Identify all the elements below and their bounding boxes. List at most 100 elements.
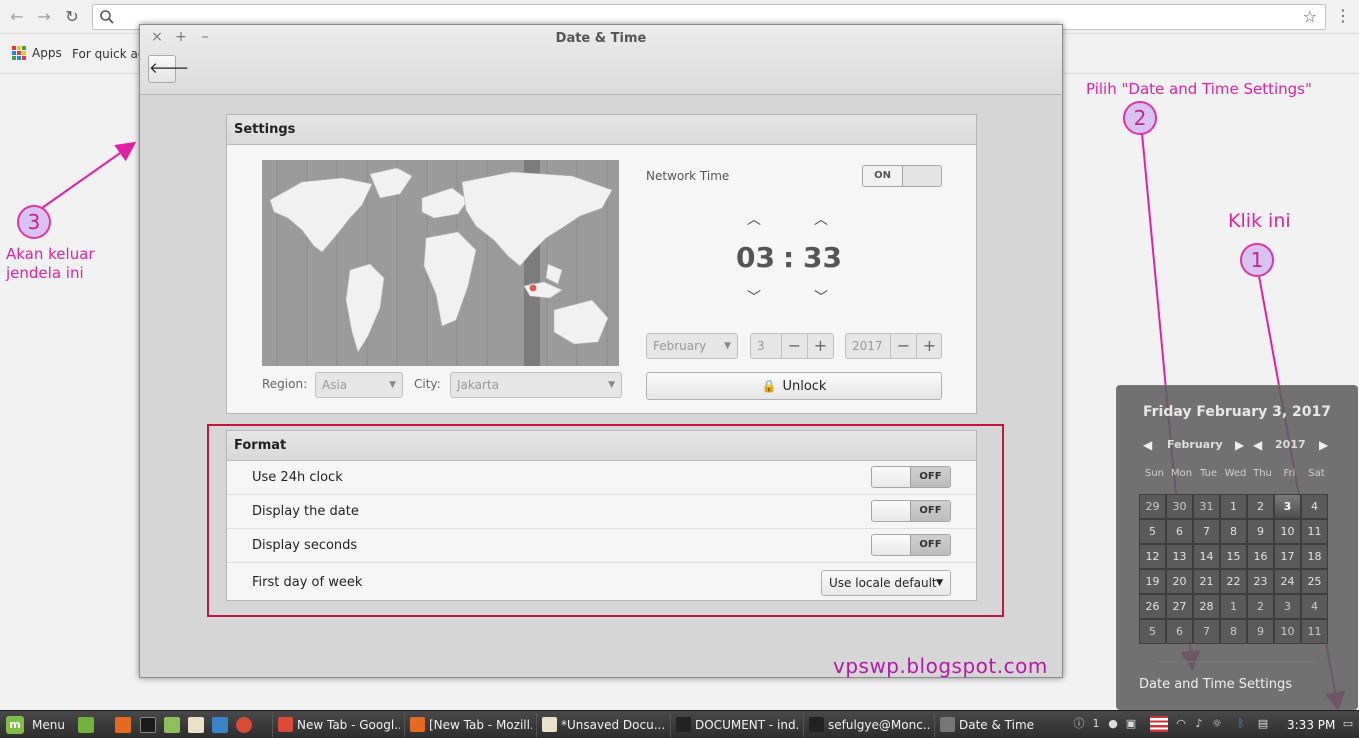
calendar-day[interactable]: 17 bbox=[1274, 544, 1301, 569]
region-select[interactable]: Asia ▼ bbox=[315, 372, 403, 398]
terminal-launcher-icon[interactable] bbox=[140, 717, 156, 733]
taskbar-window-button[interactable]: New Tab - Googl... bbox=[272, 713, 400, 737]
day-decrement-button[interactable]: − bbox=[781, 334, 807, 358]
calendar-day-today[interactable]: 3 bbox=[1274, 494, 1301, 519]
day-spinner[interactable]: 3 − + bbox=[750, 333, 834, 359]
back-arrow-icon[interactable]: ← bbox=[8, 8, 26, 26]
calendar-day[interactable]: 21 bbox=[1193, 569, 1220, 594]
year-decrement-button[interactable]: − bbox=[890, 334, 916, 358]
calendar-day[interactable]: 1 bbox=[1220, 494, 1247, 519]
calendar-day[interactable]: 3 bbox=[1274, 594, 1301, 619]
back-button[interactable]: 🡐 bbox=[148, 55, 189, 83]
sound-icon[interactable]: ♪ bbox=[1192, 716, 1206, 732]
calendar-day[interactable]: 7 bbox=[1193, 619, 1220, 644]
calendar-day[interactable]: 20 bbox=[1166, 569, 1193, 594]
network-time-toggle[interactable]: ON bbox=[862, 165, 942, 187]
bookmark-star-icon[interactable]: ☆ bbox=[1303, 7, 1317, 26]
year-value: 2017 bbox=[852, 339, 883, 353]
taskbar-window-button[interactable]: [New Tab - Mozill... bbox=[404, 713, 532, 737]
calendar-day[interactable]: 25 bbox=[1301, 569, 1328, 594]
taskbar-window-button[interactable]: *Unsaved Docu... bbox=[536, 713, 666, 737]
start-menu-button[interactable]: m Menu bbox=[6, 716, 65, 734]
calendar-day[interactable]: 31 bbox=[1193, 494, 1220, 519]
calendar-day[interactable]: 11 bbox=[1301, 519, 1328, 544]
calendar-day[interactable]: 27 bbox=[1166, 594, 1193, 619]
calendar-day[interactable]: 26 bbox=[1139, 594, 1166, 619]
shield-icon[interactable]: ▣ bbox=[1124, 716, 1138, 732]
calendar-day[interactable]: 8 bbox=[1220, 519, 1247, 544]
calendar-day[interactable]: 4 bbox=[1301, 494, 1328, 519]
user-icon[interactable]: ● bbox=[1106, 716, 1120, 732]
date-time-settings-link[interactable]: Date and Time Settings bbox=[1139, 677, 1292, 692]
chrome-launcher-icon[interactable] bbox=[236, 717, 252, 733]
bluetooth-icon[interactable]: ᛒ bbox=[1234, 716, 1248, 732]
city-select[interactable]: Jakarta ▼ bbox=[450, 372, 622, 398]
calendar-day[interactable]: 15 bbox=[1220, 544, 1247, 569]
taskbar-window-label: New Tab - Googl... bbox=[297, 718, 400, 732]
prev-month-icon[interactable]: ◀ bbox=[1143, 438, 1152, 452]
calendar-day[interactable]: 16 bbox=[1247, 544, 1274, 569]
keyboard-layout-flag-icon[interactable] bbox=[1150, 716, 1168, 732]
clipboard-icon[interactable]: ▤ bbox=[1256, 716, 1270, 732]
taskbar-window-button[interactable]: Date & Time bbox=[934, 713, 1064, 737]
month-select[interactable]: February ▼ bbox=[646, 333, 738, 359]
year-spinner[interactable]: 2017 − + bbox=[845, 333, 942, 359]
show-desktop-icon[interactable] bbox=[78, 717, 94, 733]
clock[interactable]: 3:33 PM bbox=[1287, 711, 1335, 738]
calendar-day[interactable]: 12 bbox=[1139, 544, 1166, 569]
calendar-day[interactable]: 10 bbox=[1274, 619, 1301, 644]
browser-menu-icon[interactable]: ⋮ bbox=[1335, 7, 1351, 25]
apps-bookmark[interactable]: Apps bbox=[12, 46, 62, 60]
calendar-day[interactable]: 24 bbox=[1274, 569, 1301, 594]
calendar-day[interactable]: 4 bbox=[1301, 594, 1328, 619]
day-increment-button[interactable]: + bbox=[807, 334, 833, 358]
weekday-label: Fri bbox=[1283, 468, 1296, 479]
timezone-map[interactable] bbox=[262, 160, 619, 366]
calendar-day[interactable]: 23 bbox=[1247, 569, 1274, 594]
software-manager-launcher-icon[interactable] bbox=[212, 717, 228, 733]
wifi-icon[interactable]: ◠ bbox=[1174, 716, 1188, 732]
reload-icon[interactable]: ↻ bbox=[63, 8, 81, 26]
text-editor-launcher-icon[interactable] bbox=[188, 717, 204, 733]
calendar-day[interactable]: 5 bbox=[1139, 619, 1166, 644]
hour-down-chevron-icon[interactable]: ﹀ bbox=[744, 287, 764, 307]
hour-up-chevron-icon[interactable]: ︿ bbox=[744, 209, 764, 229]
calendar-day[interactable]: 8 bbox=[1220, 619, 1247, 644]
prev-year-icon[interactable]: ◀ bbox=[1253, 438, 1262, 452]
calendar-day[interactable]: 5 bbox=[1139, 519, 1166, 544]
calendar-day[interactable]: 7 bbox=[1193, 519, 1220, 544]
taskbar-window-button[interactable]: sefulgye@Monc... bbox=[803, 713, 931, 737]
forward-arrow-icon[interactable]: → bbox=[35, 8, 53, 26]
minute-down-chevron-icon[interactable]: ﹀ bbox=[811, 287, 831, 307]
calendar-day[interactable]: 29 bbox=[1139, 494, 1166, 519]
calendar-day[interactable]: 30 bbox=[1166, 494, 1193, 519]
notifications-icon[interactable]: ▭ bbox=[1341, 716, 1355, 732]
calendar-day[interactable]: 1 bbox=[1220, 594, 1247, 619]
calendar-day[interactable]: 28 bbox=[1193, 594, 1220, 619]
calendar-day[interactable]: 18 bbox=[1301, 544, 1328, 569]
update-icon[interactable]: ⓘ bbox=[1072, 716, 1086, 732]
firefox-launcher-icon[interactable] bbox=[115, 717, 131, 733]
calendar-day[interactable]: 22 bbox=[1220, 569, 1247, 594]
next-year-icon[interactable]: ▶ bbox=[1319, 438, 1328, 452]
tray-count: 1 bbox=[1092, 717, 1100, 730]
calendar-day[interactable]: 14 bbox=[1193, 544, 1220, 569]
calendar-day[interactable]: 10 bbox=[1274, 519, 1301, 544]
calendar-day[interactable]: 19 bbox=[1139, 569, 1166, 594]
files-launcher-icon[interactable] bbox=[164, 717, 180, 733]
year-increment-button[interactable]: + bbox=[916, 334, 942, 358]
calendar-day[interactable]: 6 bbox=[1166, 519, 1193, 544]
taskbar-window-button[interactable]: DOCUMENT - ind... bbox=[670, 713, 798, 737]
calendar-day[interactable]: 6 bbox=[1166, 619, 1193, 644]
calendar-day[interactable]: 2 bbox=[1247, 594, 1274, 619]
calendar-day[interactable]: 9 bbox=[1247, 619, 1274, 644]
brightness-icon[interactable]: ☼ bbox=[1210, 716, 1224, 732]
next-month-icon[interactable]: ▶ bbox=[1235, 438, 1244, 452]
calendar-day[interactable]: 11 bbox=[1301, 619, 1328, 644]
calendar-day[interactable]: 2 bbox=[1247, 494, 1274, 519]
unlock-button[interactable]: 🔒 Unlock bbox=[646, 372, 942, 400]
minute-up-chevron-icon[interactable]: ︿ bbox=[811, 209, 831, 229]
calendar-day[interactable]: 9 bbox=[1247, 519, 1274, 544]
weekday-label: Thu bbox=[1253, 468, 1272, 479]
calendar-day[interactable]: 13 bbox=[1166, 544, 1193, 569]
